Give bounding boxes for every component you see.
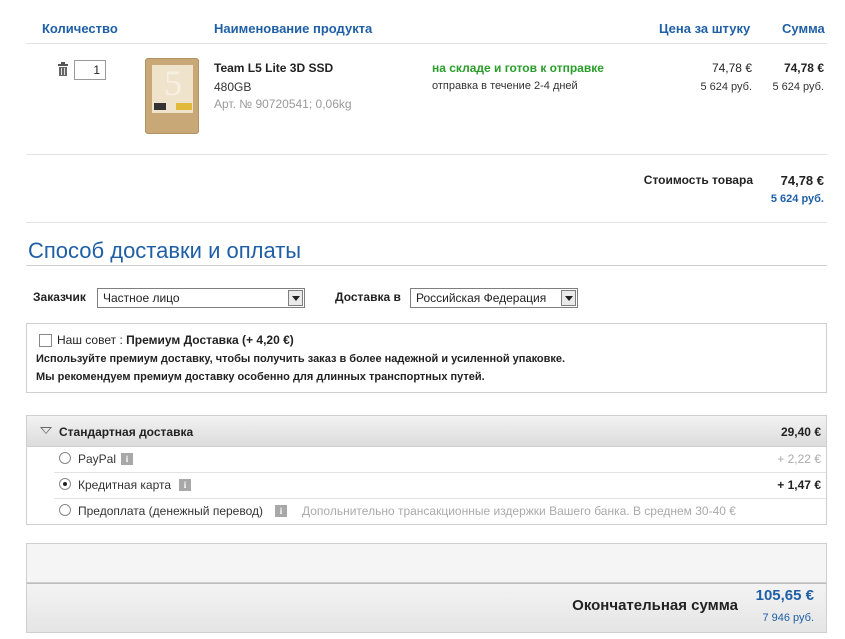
shipping-method-name: Стандартная доставка xyxy=(59,425,194,439)
stock-status: на складе и готов к отправке xyxy=(432,61,604,75)
section-title: Способ доставки и оплаты xyxy=(28,238,302,263)
product-capacity: 480GB xyxy=(214,80,252,94)
premium-prefix: Наш совет : xyxy=(57,333,127,347)
header-product: Наименование продукта xyxy=(214,21,373,36)
chevron-down-icon xyxy=(288,290,303,306)
premium-text-2: Мы рекомендуем премиум доставку особенно… xyxy=(36,371,485,383)
prepayment-radio[interactable] xyxy=(59,504,71,516)
total-rub: 7 946 руб. xyxy=(762,612,814,624)
premium-name: Премиум Доставка (+ 4,20 €) xyxy=(126,333,294,347)
prepayment-note: Допольнительно трансакционные издержки В… xyxy=(302,504,736,518)
prepayment-label[interactable]: Предоплата (денежный перевод) xyxy=(78,504,263,518)
subtotal-divider xyxy=(26,222,827,223)
product-image[interactable]: 5 xyxy=(145,58,199,134)
total-label: Окончательная сумма xyxy=(572,597,738,614)
payment-divider xyxy=(54,472,826,473)
info-icon[interactable]: i xyxy=(121,453,133,465)
header-unit-price: Цена за штуку xyxy=(659,21,751,36)
info-icon[interactable]: i xyxy=(179,479,191,491)
collapse-triangle-icon[interactable] xyxy=(40,427,52,434)
info-icon[interactable]: i xyxy=(275,505,287,517)
subtotal-rub: 5 624 руб. xyxy=(770,193,824,205)
product-article: Арт. № 90720541; 0,06kg xyxy=(214,97,352,111)
total-eur: 105,65 € xyxy=(755,587,814,604)
unit-price-rub: 5 624 руб. xyxy=(700,81,752,93)
product-name[interactable]: Team L5 Lite 3D SSD xyxy=(214,61,333,75)
shipping-method-price: 29,40 € xyxy=(780,425,821,439)
shipping-time: отправка в течение 2-4 дней xyxy=(432,80,578,92)
country-select-value: Российская Федерация xyxy=(416,291,547,305)
subtotal-label: Стоимость товара xyxy=(643,173,753,187)
unit-price-eur: 74,78 € xyxy=(711,61,752,75)
credit-card-fee: + 1,47 € xyxy=(777,478,821,492)
premium-text-1: Используйте премиум доставку, чтобы полу… xyxy=(36,353,566,365)
item-sum-rub: 5 624 руб. xyxy=(772,81,824,93)
section-divider xyxy=(26,265,827,266)
credit-card-radio[interactable] xyxy=(59,478,71,490)
quantity-input[interactable] xyxy=(74,60,106,80)
header-divider xyxy=(26,43,827,44)
premium-checkbox[interactable] xyxy=(39,334,52,347)
trash-icon[interactable] xyxy=(56,62,70,76)
paypal-fee: + 2,22 € xyxy=(777,452,821,466)
customer-select[interactable]: Частное лицо xyxy=(97,288,305,308)
customer-label: Заказчик xyxy=(33,290,86,304)
premium-title: Наш совет : Премиум Доставка (+ 4,20 €) xyxy=(57,333,294,347)
country-label: Доставка в xyxy=(335,290,401,304)
country-select[interactable]: Российская Федерация xyxy=(410,288,578,308)
paypal-label[interactable]: PayPal xyxy=(78,452,116,466)
item-sum-eur: 74,78 € xyxy=(783,61,824,75)
credit-card-label[interactable]: Кредитная карта xyxy=(78,478,171,492)
paypal-radio[interactable] xyxy=(59,452,71,464)
totals-top-panel xyxy=(26,543,827,583)
item-divider xyxy=(26,154,827,155)
chevron-down-icon xyxy=(561,290,576,306)
payment-divider xyxy=(54,498,826,499)
header-sum: Сумма xyxy=(782,21,825,36)
subtotal-eur: 74,78 € xyxy=(780,173,824,188)
header-quantity: Количество xyxy=(42,21,118,36)
customer-select-value: Частное лицо xyxy=(103,291,180,305)
